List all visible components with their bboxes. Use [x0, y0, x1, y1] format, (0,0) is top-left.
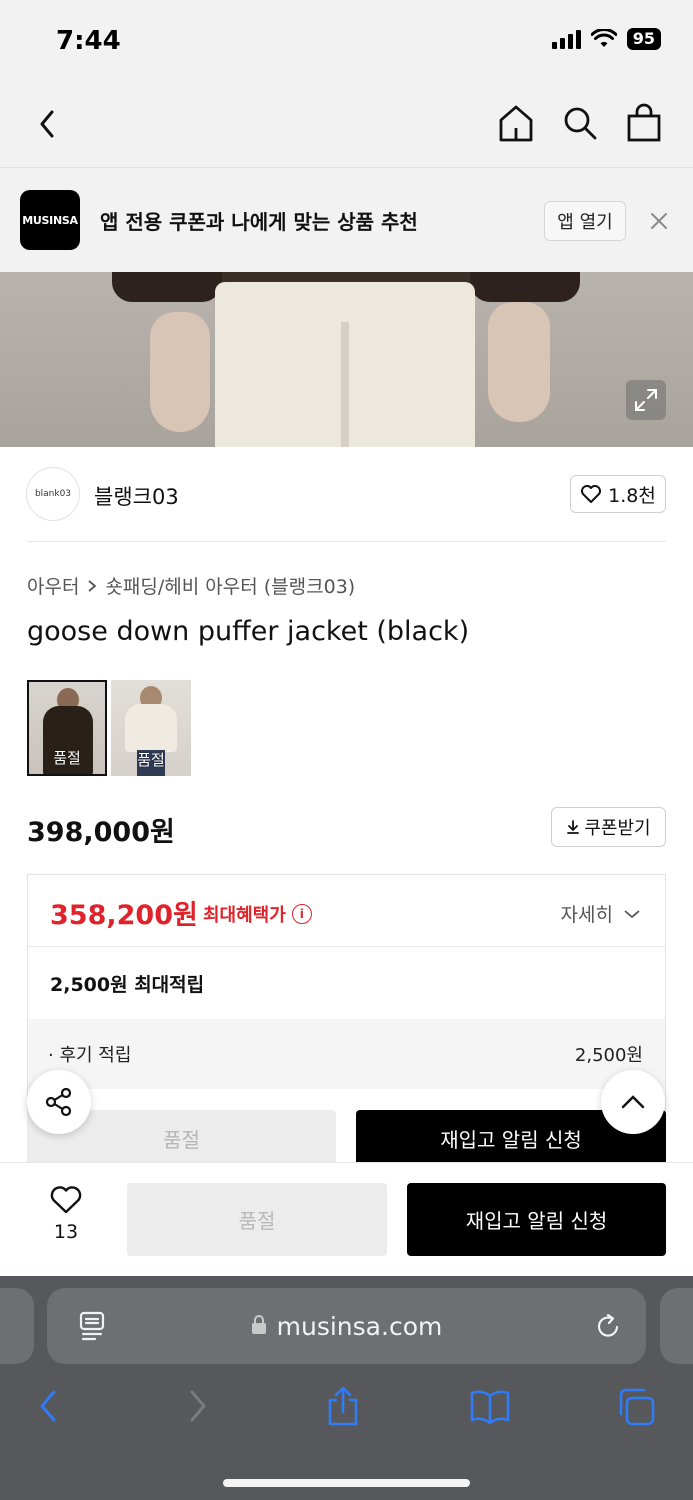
get-coupon-button[interactable]: 쿠폰받기: [551, 807, 666, 847]
tabs-icon: [619, 1388, 655, 1426]
product-like-button[interactable]: 13: [38, 1185, 94, 1243]
cart-button[interactable]: [625, 102, 663, 144]
max-benefit-label: 최대혜택가 i: [203, 901, 312, 927]
brand-like-count: 1.8천: [608, 484, 656, 507]
top-navigation: [0, 80, 693, 168]
chevron-down-icon: [624, 909, 640, 918]
color-thumbnails: 품절 품절: [27, 680, 191, 776]
reload-button[interactable]: [593, 1310, 623, 1342]
soldout-label: 품절: [53, 749, 81, 767]
next-tab-peek[interactable]: [660, 1288, 693, 1364]
reload-icon: [597, 1313, 619, 1337]
bookmarks-button[interactable]: [469, 1384, 510, 1428]
coupon-label: 쿠폰받기: [584, 818, 651, 839]
chevron-left-icon: [40, 110, 54, 138]
safari-toolbar: [0, 1384, 693, 1434]
brand-like-button[interactable]: 1.8천: [570, 475, 666, 513]
review-points-label: · 후기 적립: [48, 1045, 132, 1066]
brand-row: blank03 블랭크03 1.8천: [0, 447, 693, 543]
url-text: musinsa.com: [276, 1312, 443, 1341]
previous-tab-peek[interactable]: [0, 1288, 34, 1364]
soldout-label: 품절: [137, 751, 165, 769]
search-button[interactable]: [561, 102, 599, 144]
divider: [27, 541, 666, 542]
cellular-signal-icon: [551, 29, 581, 49]
book-icon: [470, 1390, 510, 1425]
chevron-left-icon: [40, 1390, 56, 1422]
soldout-button: 품절: [127, 1183, 387, 1256]
chevron-up-icon: [621, 1095, 645, 1109]
back-button[interactable]: [30, 104, 66, 144]
search-icon: [564, 107, 597, 140]
lock-icon: [251, 1315, 266, 1334]
share-button[interactable]: [27, 1070, 91, 1134]
thumbnail-black[interactable]: 품절: [27, 680, 107, 776]
points-row: 2,500원 최대적립: [28, 947, 665, 1019]
heart-icon: [581, 485, 602, 503]
browser-share-button[interactable]: [323, 1384, 363, 1428]
home-icon: [499, 105, 533, 142]
app-download-banner: MUSINSA 앱 전용 쿠폰과 나에게 맞는 상품 추천 앱 열기: [0, 168, 693, 272]
browser-toolbar: musinsa.com: [0, 1276, 693, 1500]
browser-forward-button: [178, 1384, 218, 1428]
url-display: musinsa.com: [47, 1312, 646, 1341]
tabs-button[interactable]: [617, 1384, 657, 1428]
review-points-row: · 후기 적립 2,500원: [28, 1019, 665, 1089]
purchase-action-bar: 13 품절 재입고 알림 신청: [0, 1162, 693, 1276]
heart-icon: [50, 1186, 82, 1214]
status-icons: 95: [551, 28, 661, 50]
wifi-icon: [590, 29, 617, 47]
share-icon: [328, 1386, 358, 1426]
breadcrumb: 아우터 숏패딩/헤비 아우터 (블랭크03): [27, 572, 355, 599]
address-bar[interactable]: musinsa.com: [47, 1288, 646, 1364]
breadcrumb-category[interactable]: 아우터: [27, 572, 79, 599]
thumbnail-ivory[interactable]: 품절: [111, 680, 191, 776]
product-title: goose down puffer jacket (black): [27, 616, 470, 647]
scroll-top-button[interactable]: [601, 1070, 665, 1134]
expand-icon: [635, 389, 657, 411]
max-benefit-row: 358,200원 최대혜택가 i 자세히: [28, 875, 665, 947]
home-button[interactable]: [497, 102, 535, 144]
product-main-image[interactable]: [0, 272, 693, 447]
max-benefit-price: 358,200원: [50, 900, 198, 931]
product-price: 398,000원: [27, 817, 175, 848]
brand-name-link[interactable]: 블랭크03: [94, 481, 179, 511]
share-icon: [45, 1087, 72, 1117]
close-banner-button[interactable]: [646, 208, 672, 234]
browser-back-button[interactable]: [28, 1384, 68, 1428]
status-time: 7:44: [56, 26, 121, 56]
musinsa-app-logo: MUSINSA: [20, 190, 80, 250]
max-points: 2,500원 최대적립: [50, 974, 205, 996]
battery-indicator: 95: [626, 28, 661, 50]
close-icon: [651, 213, 667, 229]
nav-actions: [497, 102, 663, 144]
download-icon: [567, 820, 580, 834]
product-like-count: 13: [53, 1221, 79, 1243]
review-points-value: 2,500원: [574, 1045, 643, 1066]
detail-toggle[interactable]: 자세히: [561, 900, 641, 927]
open-app-button[interactable]: 앱 열기: [544, 201, 626, 241]
info-icon[interactable]: i: [291, 904, 312, 924]
breadcrumb-subcategory[interactable]: 숏패딩/헤비 아우터 (블랭크03): [105, 572, 355, 599]
chevron-right-icon: [88, 579, 97, 592]
expand-image-button[interactable]: [626, 380, 666, 420]
shopping-bag-icon: [627, 103, 661, 142]
brand-logo[interactable]: blank03: [26, 467, 80, 521]
restock-alert-button[interactable]: 재입고 알림 신청: [407, 1183, 666, 1256]
banner-message: 앱 전용 쿠폰과 나에게 맞는 상품 추천: [100, 210, 418, 234]
status-bar: 7:44 95: [0, 0, 693, 80]
home-indicator[interactable]: [223, 1479, 470, 1487]
chevron-right-icon: [190, 1390, 206, 1422]
